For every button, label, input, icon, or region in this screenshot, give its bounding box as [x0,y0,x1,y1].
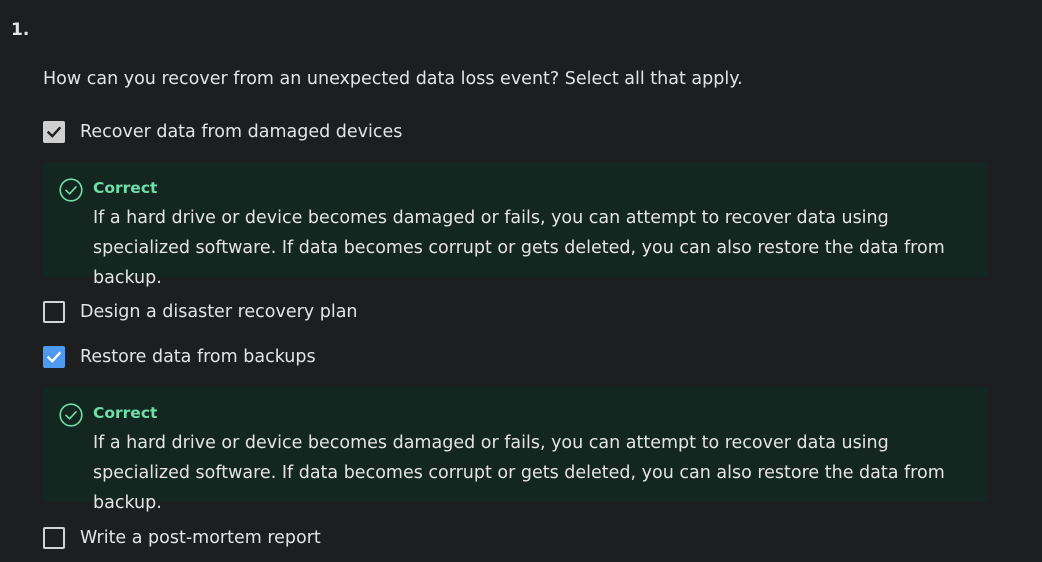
checkbox-unchecked[interactable] [43,527,65,549]
option-label: Recover data from damaged devices [80,122,403,142]
feedback-correct: Correct If a hard drive or device become… [43,162,988,288]
checkbox-checked[interactable] [43,346,65,368]
checkmark-icon [46,126,62,138]
feedback-title: Correct [93,179,158,197]
option-restore-backups[interactable]: Restore data from backups [43,346,316,368]
option-post-mortem[interactable]: Write a post-mortem report [43,527,321,549]
quiz-question-page: 1. How can you recover from an unexpecte… [0,0,1042,562]
option-label: Write a post-mortem report [80,528,321,548]
option-design-plan[interactable]: Design a disaster recovery plan [43,301,358,323]
checkbox-checked[interactable] [43,121,65,143]
question-text: How can you recover from an unexpected d… [43,69,743,89]
feedback-text: If a hard drive or device becomes damage… [93,433,945,513]
check-circle-icon [59,178,83,202]
option-label: Restore data from backups [80,347,316,367]
checkmark-icon [46,351,62,363]
check-circle-icon [59,403,83,427]
option-label: Design a disaster recovery plan [80,302,358,322]
option-recover-data[interactable]: Recover data from damaged devices [43,121,402,143]
question-number: 1. [11,20,30,40]
feedback-text: If a hard drive or device becomes damage… [93,208,945,288]
feedback-title: Correct [93,404,158,422]
checkbox-unchecked[interactable] [43,301,65,323]
feedback-correct: Correct If a hard drive or device become… [43,387,988,513]
